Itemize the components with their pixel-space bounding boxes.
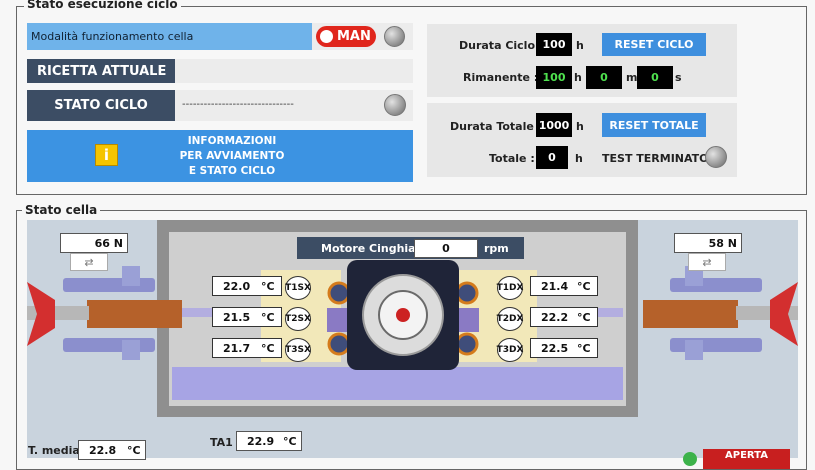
- cycle-duration-unit: h: [576, 39, 584, 52]
- info-icon-glyph: i: [103, 146, 110, 164]
- tmedia-value: 22.8: [89, 444, 117, 457]
- door-status-led: [683, 452, 697, 466]
- toggle-knob-icon: [320, 30, 333, 43]
- force-left-value: 66 N: [60, 233, 128, 253]
- test-finished-label: TEST TERMINATO: [602, 152, 709, 165]
- temp-right-1-value: 21.4: [541, 280, 569, 293]
- total-value: 0: [536, 146, 568, 169]
- temp-left-2: 21.5 °C: [212, 307, 282, 327]
- temp-right-3-value: 22.5: [541, 342, 569, 355]
- cycle-duration-label: Durata Ciclo :: [459, 39, 544, 52]
- info-line-3: E STATO CICLO: [188, 165, 276, 177]
- sensor-t3dx: T3DX: [497, 338, 523, 362]
- motor-label: Motore Cinghia: [321, 242, 416, 255]
- total-duration-value[interactable]: 1000: [536, 113, 572, 137]
- reset-total-button[interactable]: RESET TOTALE: [602, 113, 706, 137]
- temp-left-1: 22.0 °C: [212, 276, 282, 296]
- ta1-box: 22.9 °C: [236, 431, 302, 451]
- cycle-state-header: STATO CICLO: [27, 90, 175, 121]
- temp-right-1-unit: °C: [577, 280, 591, 293]
- recipe-value: [175, 59, 413, 83]
- info-text: INFORMAZIONI PER AVVIAMENTO E STATO CICL…: [147, 134, 317, 179]
- temp-left-2-unit: °C: [261, 311, 275, 324]
- cell-status-title: Stato cella: [22, 203, 101, 217]
- remaining-seconds: 0: [637, 66, 673, 89]
- info-line-1: INFORMAZIONI: [187, 135, 277, 147]
- temp-right-2-value: 22.2: [541, 311, 569, 324]
- cycle-duration-value[interactable]: 100: [536, 33, 572, 56]
- total-duration-label: Durata Totale :: [450, 120, 543, 133]
- ta1-unit: °C: [283, 435, 297, 448]
- motor-speed-value: 0: [414, 239, 478, 258]
- remaining-label: Rimanente :: [463, 71, 539, 84]
- temp-right-3: 22.5 °C: [530, 338, 598, 358]
- mode-status-led: [384, 26, 405, 47]
- temp-left-3-value: 21.7: [223, 342, 251, 355]
- sensor-t3sx: T3SX: [285, 338, 311, 362]
- left-direction-arrows-icon: ⇄: [70, 253, 108, 271]
- tmedia-label: T. media: [28, 444, 80, 457]
- motor-speed-unit: rpm: [484, 242, 509, 255]
- info-button[interactable]: i INFORMAZIONI PER AVVIAMENTO E STATO CI…: [27, 130, 413, 182]
- temp-left-2-value: 21.5: [223, 311, 251, 324]
- temp-left-1-unit: °C: [261, 280, 275, 293]
- info-line-2: PER AVVIAMENTO: [179, 150, 285, 162]
- ta1-label: TA1: [210, 436, 233, 449]
- tmedia-unit: °C: [127, 444, 141, 457]
- temp-left-3-unit: °C: [261, 342, 275, 355]
- temp-right-1: 21.4 °C: [530, 276, 598, 296]
- cycle-state-led: [384, 94, 406, 116]
- cycle-state-label: STATO CICLO: [54, 98, 148, 113]
- sensor-t2sx: T2SX: [285, 307, 311, 331]
- remaining-seconds-unit: s: [675, 71, 682, 84]
- remaining-hours-unit: h: [574, 71, 582, 84]
- sensor-t1dx: T1DX: [497, 276, 523, 300]
- temp-right-3-unit: °C: [577, 342, 591, 355]
- right-direction-arrows-icon: ⇄: [688, 253, 726, 271]
- cycle-execution-title: Stato esecuzione ciclo: [24, 0, 181, 11]
- temp-right-2: 22.2 °C: [530, 307, 598, 327]
- info-icon: i: [95, 144, 118, 166]
- mode-badge-text: MAN: [337, 29, 371, 44]
- door-status-badge: APERTA: [703, 449, 790, 469]
- test-finished-led: [705, 146, 727, 168]
- remaining-minutes: 0: [586, 66, 622, 89]
- total-label: Totale :: [489, 152, 535, 165]
- remaining-minutes-unit: m: [626, 71, 638, 84]
- mode-badge[interactable]: MAN: [316, 26, 376, 47]
- remaining-hours: 100: [536, 66, 572, 89]
- sensor-t1sx: T1SX: [285, 276, 311, 300]
- sensor-t2dx: T2DX: [497, 307, 523, 331]
- total-duration-unit: h: [576, 120, 584, 133]
- force-right-value: 58 N: [674, 233, 742, 253]
- temp-left-1-value: 22.0: [223, 280, 251, 293]
- recipe-label: RICETTA ATTUALE: [37, 63, 167, 79]
- reset-cycle-button[interactable]: RESET CICLO: [602, 33, 706, 56]
- mode-label: Modalità funzionamento cella: [31, 30, 194, 43]
- temp-left-3: 21.7 °C: [212, 338, 282, 358]
- door-status-text: APERTA: [725, 450, 768, 461]
- tmedia-box: 22.8 °C: [78, 440, 146, 460]
- temp-right-2-unit: °C: [577, 311, 591, 324]
- total-unit: h: [575, 152, 583, 165]
- cycle-state-value: -------------------------------: [182, 99, 294, 110]
- recipe-header: RICETTA ATTUALE: [27, 59, 175, 83]
- ta1-value: 22.9: [247, 435, 275, 448]
